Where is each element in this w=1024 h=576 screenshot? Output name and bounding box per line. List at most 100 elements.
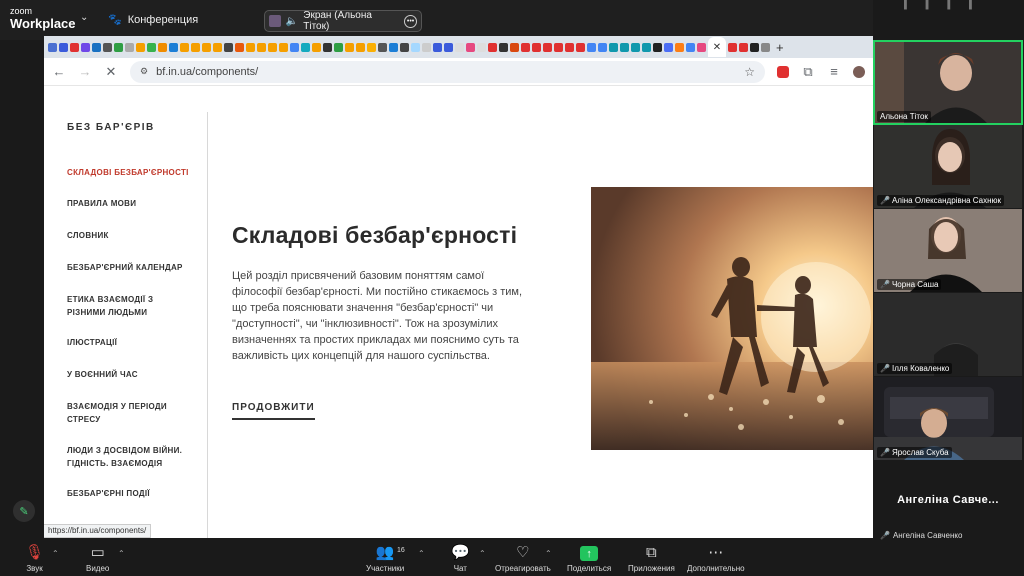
address-bar[interactable]: ⚙ bf.in.ua/components/ ☆ (130, 60, 765, 83)
tab-favicon[interactable] (664, 42, 673, 52)
tab-favicon[interactable] (334, 42, 343, 52)
tab-favicon[interactable] (675, 42, 684, 52)
forward-icon[interactable]: → (78, 64, 92, 79)
participant-tile[interactable]: 🎤 Чорна Саша (874, 209, 1022, 292)
tab-favicon[interactable] (323, 42, 332, 52)
back-icon[interactable]: ← (52, 64, 66, 79)
tab-favicon[interactable] (114, 42, 123, 52)
tab-favicon[interactable] (521, 42, 530, 52)
tab-favicon[interactable] (136, 42, 145, 52)
nav-item-language-rules[interactable]: Правила мови (67, 197, 192, 210)
nav-item-wartime[interactable]: У воєнний час (67, 368, 192, 381)
tab-favicon[interactable] (202, 42, 211, 52)
tab-favicon[interactable] (367, 42, 376, 52)
tab-favicon[interactable] (433, 42, 442, 52)
tab-favicon[interactable] (750, 42, 759, 52)
tab-favicon[interactable] (235, 42, 244, 52)
tab-favicon[interactable] (147, 42, 156, 52)
tab-favicon[interactable] (125, 42, 134, 52)
nav-item-war-experience[interactable]: Люди з досвідом війни. Гідність. Взаємод… (67, 444, 192, 470)
sidebar-icon[interactable]: ≡ (827, 64, 841, 79)
continue-link[interactable]: ПРОДОВЖИТИ (232, 402, 315, 420)
tab-favicon[interactable] (554, 42, 563, 52)
nav-item-components[interactable]: Складові безбар'єрності (67, 166, 192, 179)
nav-item-ethics[interactable]: Етика взаємодії з різними людьми (67, 293, 192, 319)
tab-favicon[interactable] (268, 42, 277, 52)
tab-favicon[interactable] (477, 42, 486, 52)
tab-favicon[interactable] (576, 42, 585, 52)
screen-share-indicator[interactable]: 🔈 Экран (Альона Тіток) ••• (264, 10, 422, 32)
tab-favicon[interactable] (653, 42, 662, 52)
participants-options-caret-icon[interactable]: ⌃ (418, 549, 425, 558)
nav-item-illustrations[interactable]: Ілюстрації (67, 336, 192, 349)
tab-favicon[interactable] (378, 42, 387, 52)
tab-favicon[interactable] (739, 42, 748, 52)
nav-item-dictionary[interactable]: Словник (67, 229, 192, 242)
tab-favicon[interactable] (224, 42, 233, 52)
tab-favicon[interactable] (301, 42, 310, 52)
bookmark-star-icon[interactable]: ☆ (744, 65, 755, 79)
tab-favicon[interactable] (180, 42, 189, 52)
tab-favicon[interactable] (389, 42, 398, 52)
tab-favicon[interactable] (70, 42, 79, 52)
tab-favicon[interactable] (543, 42, 552, 52)
tab-favicon[interactable] (246, 42, 255, 52)
participant-tile[interactable]: 🎤 Аліна Олександрівна Сахнюк (874, 125, 1022, 208)
site-info-icon[interactable]: ⚙ (140, 66, 148, 77)
tab-favicon[interactable] (356, 42, 365, 52)
react-options-caret-icon[interactable]: ⌃ (545, 549, 552, 558)
tab-favicon[interactable] (466, 42, 475, 52)
tab-favicon[interactable] (103, 42, 112, 52)
tab-favicon[interactable] (565, 42, 574, 52)
chat-button[interactable]: 💬 Чат (451, 544, 470, 573)
tab-favicon[interactable] (411, 42, 420, 52)
more-button[interactable]: ⋯ Дополнительно (687, 544, 745, 573)
tab-favicon[interactable] (728, 42, 737, 52)
nav-item-events[interactable]: Безбар'єрні події (67, 487, 192, 500)
more-options-icon[interactable]: ••• (404, 14, 417, 28)
active-tab-close-icon[interactable]: ✕ (708, 37, 726, 57)
tab-favicon[interactable] (587, 42, 596, 52)
meeting-title[interactable]: 🐾 Конференция (108, 13, 198, 27)
tab-favicon[interactable] (510, 42, 519, 52)
tab-favicon[interactable] (631, 42, 640, 52)
annotate-pen-icon[interactable]: ✎ (13, 500, 35, 522)
tab-favicon[interactable] (81, 42, 90, 52)
tab-favicon[interactable] (345, 42, 354, 52)
tab-favicon[interactable] (257, 42, 266, 52)
tab-favicon[interactable] (761, 42, 770, 52)
share-button[interactable]: ↑ Поделиться (567, 544, 611, 573)
nav-item-stress[interactable]: Взаємодія у періоди стресу (67, 400, 192, 426)
tab-favicon[interactable] (444, 42, 453, 52)
tab-favicon[interactable] (158, 42, 167, 52)
stop-loading-icon[interactable]: ✕ (104, 64, 118, 80)
tab-favicon[interactable] (191, 42, 200, 52)
tab-favicon[interactable] (697, 42, 706, 52)
nav-item-calendar[interactable]: Безбар'єрний календар (67, 261, 192, 274)
panel-view-controls[interactable]: ▌▌▌▌ (904, 0, 991, 9)
tab-favicon[interactable] (499, 42, 508, 52)
participant-tile[interactable]: Альона Тіток (873, 40, 1023, 125)
tab-favicon[interactable] (400, 42, 409, 52)
extensions-puzzle-icon[interactable]: ⧉ (801, 64, 815, 80)
tab-favicon[interactable] (169, 42, 178, 52)
tab-favicon[interactable] (59, 42, 68, 52)
tab-favicon[interactable] (92, 42, 101, 52)
tab-favicon[interactable] (686, 42, 695, 52)
audio-options-caret-icon[interactable]: ⌃ (52, 549, 59, 558)
react-button[interactable]: ♡ Отреагировать (495, 544, 551, 573)
participant-tile[interactable]: 🎤 Ярослав Скуба (874, 377, 1022, 460)
tab-favicon[interactable] (422, 42, 431, 52)
profile-avatar[interactable] (853, 65, 865, 78)
participant-tile[interactable]: 🎤 Ілля Коваленко (874, 293, 1022, 376)
tab-favicon[interactable] (488, 42, 497, 52)
tab-favicon[interactable] (620, 42, 629, 52)
tab-favicon[interactable] (455, 42, 464, 52)
adblock-extension-icon[interactable] (777, 65, 789, 78)
tab-favicon[interactable] (598, 42, 607, 52)
tab-favicon[interactable] (290, 42, 299, 52)
audio-button[interactable]: 🎙 Звук (25, 544, 44, 573)
tab-favicon[interactable] (213, 42, 222, 52)
site-brand[interactable]: БЕЗ БАР'ЄРІВ (67, 122, 155, 133)
tab-favicon[interactable] (48, 42, 57, 52)
